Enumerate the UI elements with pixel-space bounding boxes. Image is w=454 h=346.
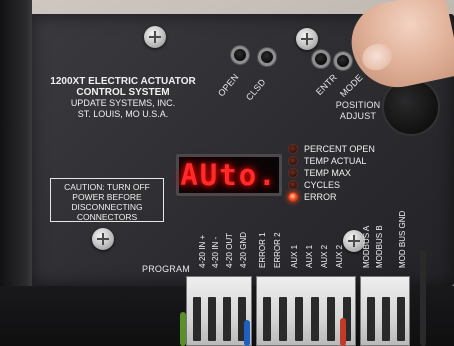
terminal-slot bbox=[397, 297, 405, 341]
display-readout: AUto. bbox=[180, 158, 278, 192]
led-display: AUto. bbox=[176, 154, 282, 196]
controller-title: 1200XT ELECTRIC ACTUATOR CONTROL SYSTEM … bbox=[48, 76, 198, 120]
led-percent-open bbox=[288, 144, 298, 154]
terminal-block-analog bbox=[186, 276, 252, 346]
caution-box: CAUTION: TURN OFF POWER BEFORE DISCONNEC… bbox=[50, 178, 164, 222]
terminal-slot bbox=[279, 297, 287, 341]
terminal-slot bbox=[311, 297, 319, 341]
terminal-block-modbus bbox=[360, 276, 410, 346]
company-name: UPDATE SYSTEMS, INC. bbox=[70, 98, 176, 108]
title-line-1: 1200XT ELECTRIC ACTUATOR bbox=[50, 76, 196, 87]
indicator-list: PERCENT OPEN TEMP ACTUAL TEMP MAX CYCLES… bbox=[288, 143, 375, 203]
entr-button[interactable] bbox=[312, 50, 330, 68]
caution-line-3: DISCONNECTING bbox=[71, 202, 143, 212]
indicator-row: CYCLES bbox=[288, 179, 375, 191]
green-wire bbox=[180, 312, 186, 346]
terminal-slot bbox=[327, 297, 335, 341]
terminal-slot bbox=[223, 297, 231, 341]
terminal-slot bbox=[295, 297, 303, 341]
indicator-row: TEMP ACTUAL bbox=[288, 155, 375, 167]
mode-button[interactable] bbox=[334, 52, 352, 70]
bottom-left-screw bbox=[92, 228, 114, 250]
position-adjust-line-2: ADJUST bbox=[339, 111, 377, 121]
title-line-2: CONTROL SYSTEM bbox=[76, 87, 170, 98]
top-left-screw bbox=[144, 26, 166, 48]
terminal-strip bbox=[186, 262, 418, 346]
indicator-row: PERCENT OPEN bbox=[288, 143, 375, 155]
black-wire bbox=[420, 250, 426, 346]
terminal-label: MOD BUS GND bbox=[398, 210, 407, 268]
caution-line-1: CAUTION: TURN OFF bbox=[64, 182, 150, 192]
indicator-label: PERCENT OPEN bbox=[304, 144, 375, 154]
terminal-slot bbox=[263, 297, 271, 341]
indicator-row: ERROR bbox=[288, 191, 375, 203]
indicator-label: ERROR bbox=[304, 192, 337, 202]
red-wire bbox=[340, 318, 346, 346]
led-error bbox=[288, 192, 298, 202]
position-adjust-label: POSITION ADJUST bbox=[330, 100, 386, 122]
blue-wire bbox=[244, 320, 250, 346]
company-location: ST. LOUIS, MO U.S.A. bbox=[77, 109, 169, 119]
led-cycles bbox=[288, 180, 298, 190]
clsd-button[interactable] bbox=[258, 48, 276, 66]
led-temp-max bbox=[288, 168, 298, 178]
caution-line-4: CONNECTORS bbox=[76, 212, 138, 222]
program-label: PROGRAM bbox=[142, 264, 190, 274]
led-temp-actual bbox=[288, 156, 298, 166]
top-right-screw bbox=[296, 28, 318, 50]
terminal-slot bbox=[367, 297, 375, 341]
indicator-label: TEMP ACTUAL bbox=[304, 156, 367, 166]
terminal-slot bbox=[193, 297, 201, 341]
indicator-row: TEMP MAX bbox=[288, 167, 375, 179]
indicator-label: CYCLES bbox=[304, 180, 341, 190]
open-button[interactable] bbox=[231, 46, 249, 64]
caution-line-2: POWER BEFORE bbox=[72, 192, 142, 202]
indicator-label: TEMP MAX bbox=[304, 168, 351, 178]
position-adjust-line-1: POSITION bbox=[335, 100, 381, 110]
terminal-slot bbox=[208, 297, 216, 341]
terminal-slot bbox=[382, 297, 390, 341]
